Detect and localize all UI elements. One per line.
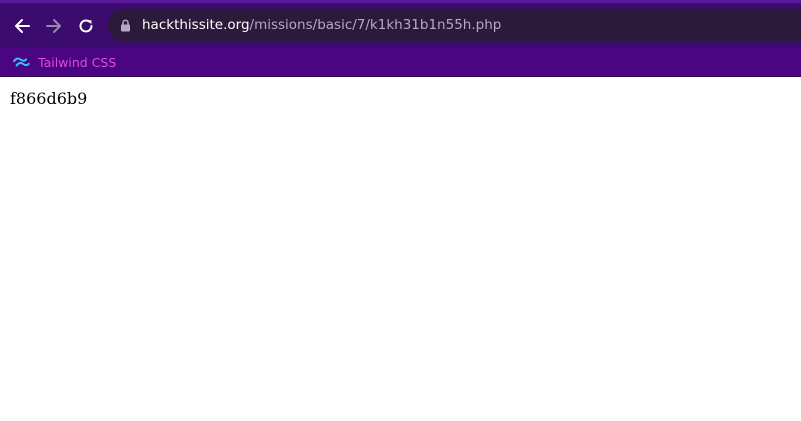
tailwind-icon xyxy=(13,57,30,67)
page-text: f866d6b9 xyxy=(10,89,88,108)
bookmarks-bar: Tailwind CSS xyxy=(0,48,801,77)
bookmark-label: Tailwind CSS xyxy=(38,54,117,70)
browser-window: hackthissite.org/missions/basic/7/k1kh31… xyxy=(0,0,801,421)
back-arrow-icon xyxy=(15,19,30,33)
reload-button[interactable] xyxy=(72,12,100,40)
forward-button[interactable] xyxy=(40,12,68,40)
browser-toolbar: hackthissite.org/missions/basic/7/k1kh31… xyxy=(0,0,801,48)
forward-arrow-icon xyxy=(46,19,61,33)
bookmark-tailwind-css[interactable]: Tailwind CSS xyxy=(13,52,116,72)
page-content: f866d6b9 xyxy=(0,77,801,421)
lock-icon xyxy=(121,19,130,32)
back-button[interactable] xyxy=(8,12,36,40)
url-text: hackthissite.org/missions/basic/7/k1kh31… xyxy=(142,17,501,34)
address-bar[interactable]: hackthissite.org/missions/basic/7/k1kh31… xyxy=(108,9,801,42)
reload-icon xyxy=(79,19,93,33)
url-path: /missions/basic/7/k1kh31b1n55h.php xyxy=(249,17,502,33)
url-host: hackthissite.org xyxy=(142,17,250,33)
